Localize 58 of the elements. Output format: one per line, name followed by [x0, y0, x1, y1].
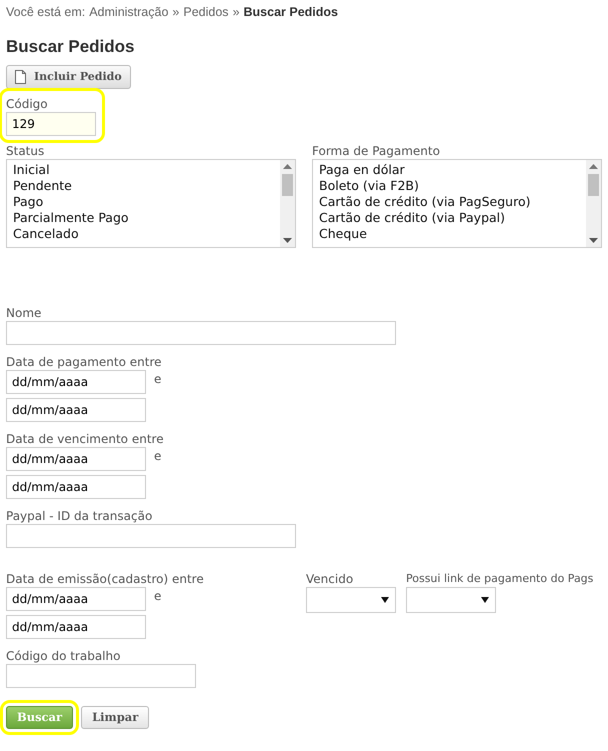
date-field[interactable]: dd/mm/aaaa [6, 475, 146, 500]
add-order-button[interactable]: Incluir Pedido [6, 65, 131, 90]
clear-button[interactable]: Limpar [81, 706, 150, 730]
date-field[interactable]: dd/mm/aaaa [6, 615, 146, 640]
scrollbar[interactable] [280, 160, 295, 248]
field-label: Data de emissão(cadastro) entre [6, 572, 204, 586]
date-field[interactable]: dd/mm/aaaa [6, 447, 146, 472]
field-label: Data de pagamento entre [6, 355, 162, 370]
text-field[interactable] [6, 524, 296, 548]
list-option[interactable]: Cartão de crédito (via PagSeguro) [319, 194, 580, 210]
field-label: Código do trabalho [6, 649, 120, 664]
scroll-down-icon [589, 238, 598, 244]
page-title: Buscar Pedidos [6, 36, 136, 58]
dropdown[interactable] [306, 587, 396, 614]
field-label: Vencido [306, 572, 354, 586]
list-option[interactable]: Cheque [319, 226, 580, 242]
date-field[interactable]: dd/mm/aaaa [6, 370, 146, 394]
date-field[interactable]: dd/mm/aaaa [6, 398, 146, 422]
scrollbar-thumb[interactable] [588, 174, 599, 196]
list-option[interactable]: Paga en dólar [319, 162, 580, 178]
list-option[interactable]: Inicial [13, 162, 274, 178]
field-label: Status [6, 144, 44, 158]
field-label: Nome [6, 306, 42, 320]
list-option[interactable]: Pendente [13, 178, 274, 194]
breadcrumb-current: Buscar Pedidos [244, 4, 338, 21]
text-field[interactable] [6, 664, 196, 688]
document-icon [15, 70, 26, 84]
field-label: Data de vencimento entre [6, 432, 164, 446]
field-label: Possui link de pagamento do Pags [406, 572, 594, 586]
code-field[interactable]: 129 [6, 112, 96, 136]
field-label: Código [6, 97, 48, 112]
list-option[interactable]: Parcialmente Pago [13, 210, 274, 226]
list-box[interactable]: Inicial Pendente Pago Parcialmente Pago Cancelado [6, 159, 296, 248]
breadcrumb-separator: » [172, 4, 180, 21]
breadcrumb-label: Você está em: [6, 4, 86, 21]
breadcrumb-separator: » [232, 4, 240, 21]
conjunction-text: e [154, 371, 162, 388]
scrollbar[interactable] [586, 160, 601, 248]
list-option[interactable]: Boleto (via F2B) [319, 178, 580, 194]
scroll-up-icon [283, 164, 292, 170]
breadcrumb-link[interactable]: Administração [89, 3, 168, 22]
scroll-down-icon [283, 238, 292, 244]
field-label: Paypal - ID da transação [6, 509, 152, 524]
list-option[interactable]: Cartão de crédito (via Paypal) [319, 210, 580, 226]
dropdown-arrow-icon [481, 597, 489, 604]
field-label: Forma de Pagamento [312, 144, 440, 158]
list-box[interactable]: Paga en dólar Boleto (via F2B) Cartão de crédito (via PagSeguro) Cartão de crédito (via Paypal) Cheque [312, 159, 602, 248]
dropdown-arrow-icon [381, 597, 389, 604]
conjunction-text: e [154, 448, 162, 466]
text-field[interactable] [6, 321, 396, 346]
list-option[interactable]: Cancelado [13, 226, 274, 242]
breadcrumb-link[interactable]: Pedidos [183, 3, 229, 22]
scrollbar-thumb[interactable] [282, 174, 293, 196]
scroll-up-icon [589, 164, 598, 170]
conjunction-text: e [154, 588, 162, 606]
date-field[interactable]: dd/mm/aaaa [6, 587, 146, 612]
list-option[interactable]: Pago [13, 194, 274, 210]
dropdown[interactable] [406, 587, 496, 614]
